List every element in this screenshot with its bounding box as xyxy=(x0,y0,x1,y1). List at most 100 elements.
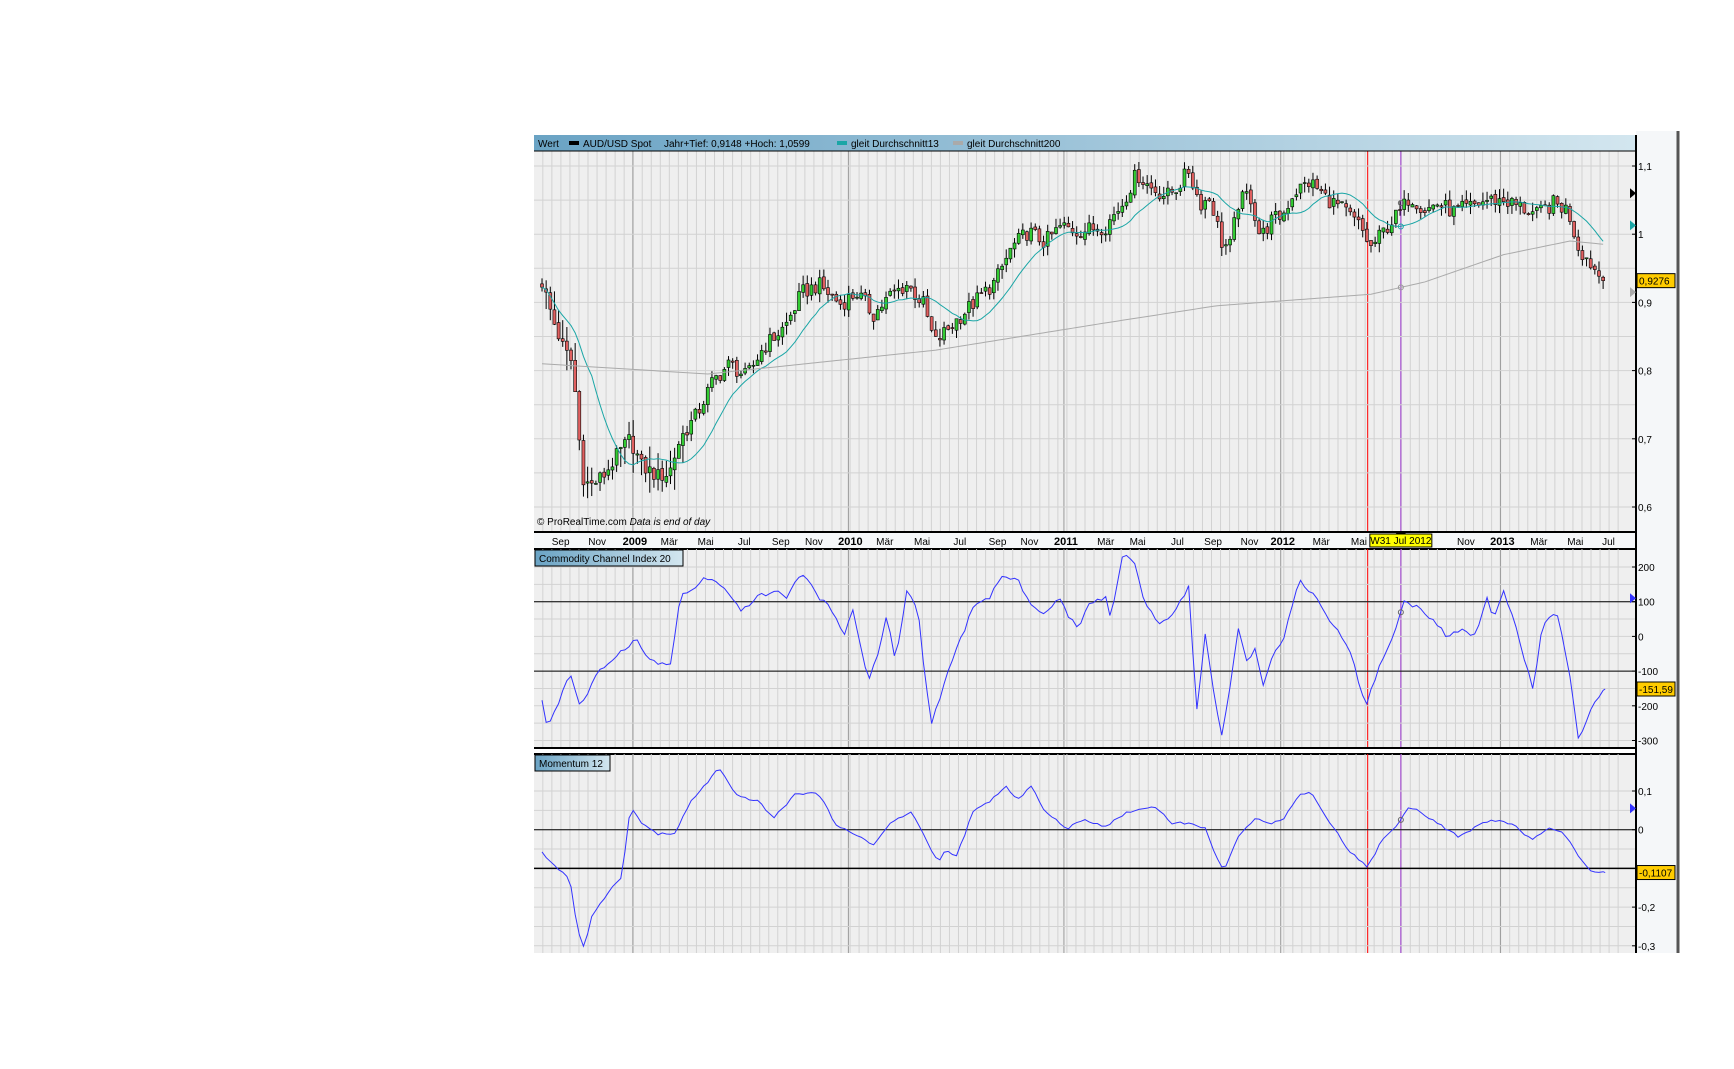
candle-down xyxy=(1597,270,1601,277)
candle-down xyxy=(1091,223,1096,231)
candle-down xyxy=(1588,258,1593,269)
candle-down xyxy=(1580,250,1585,260)
candle-up xyxy=(1112,214,1116,222)
candle-up xyxy=(1000,265,1004,271)
date-label: Mär xyxy=(1097,537,1115,548)
candle-down xyxy=(602,471,606,478)
value-label: Wert xyxy=(538,139,559,150)
candle-up xyxy=(983,286,988,292)
candle-up xyxy=(664,476,669,483)
candle-up xyxy=(647,466,652,474)
candle-up xyxy=(1564,204,1568,214)
candle-down xyxy=(1406,199,1411,206)
legend-swatch-sma200 xyxy=(953,141,963,145)
candle-down xyxy=(1037,228,1042,243)
candle-up xyxy=(801,284,805,293)
candle-up xyxy=(1203,200,1207,210)
date-label: Jul xyxy=(953,537,966,548)
y-tick-label: 0,9 xyxy=(1638,298,1652,309)
candle-down xyxy=(900,287,905,294)
candle-up xyxy=(1497,198,1502,206)
candle-up xyxy=(1294,194,1299,198)
candle-down xyxy=(1385,228,1390,233)
candle-up xyxy=(1435,204,1440,207)
last-value-label: -151,59 xyxy=(1639,685,1673,696)
y-tick-label: 200 xyxy=(1638,563,1655,574)
date-label: Sep xyxy=(1204,537,1222,548)
candle-down xyxy=(565,340,569,351)
candle-up xyxy=(739,373,743,376)
candle-up xyxy=(1273,211,1278,215)
candle-up xyxy=(623,439,627,448)
candle-down xyxy=(805,283,810,297)
date-label: Nov xyxy=(1021,537,1039,548)
candle-down xyxy=(813,284,818,294)
candle-up xyxy=(594,483,598,485)
candle-up xyxy=(606,469,611,476)
candle-up xyxy=(967,301,971,313)
candle-up xyxy=(793,310,797,314)
candle-down xyxy=(1423,210,1427,213)
candle-down xyxy=(735,360,739,377)
candle-down xyxy=(1336,199,1340,205)
candle-up xyxy=(768,334,772,352)
candle-up xyxy=(1443,200,1448,206)
candle-up xyxy=(1394,209,1398,224)
candle-up xyxy=(1054,227,1058,234)
candle-up xyxy=(1029,227,1033,242)
date-label: Nov xyxy=(1457,537,1475,548)
candle-up xyxy=(1311,179,1315,189)
candle-up xyxy=(1298,183,1303,194)
date-label: Nov xyxy=(1241,537,1259,548)
date-label: Mär xyxy=(876,537,894,548)
candle-up xyxy=(797,291,801,311)
candle-down xyxy=(697,409,702,414)
cursor-date-label: W31 Jul 2012 xyxy=(1370,536,1432,547)
candle-up xyxy=(942,327,946,341)
candle-up xyxy=(1468,201,1473,206)
candle-up xyxy=(693,408,698,420)
candle-down xyxy=(838,299,843,305)
candle-up xyxy=(1240,191,1245,209)
candle-up xyxy=(1004,257,1009,266)
candle-up xyxy=(1108,219,1112,235)
candle-up xyxy=(1161,196,1166,199)
candle-up xyxy=(1128,192,1133,203)
candle-up xyxy=(992,280,996,294)
candle-down xyxy=(540,283,544,288)
candle-down xyxy=(685,432,689,436)
candle-down xyxy=(1464,199,1469,204)
candle-up xyxy=(1452,206,1456,217)
candle-down xyxy=(1257,220,1261,235)
candle-up xyxy=(1132,169,1137,196)
last-value-label: 0,9276 xyxy=(1639,277,1670,288)
candle-up xyxy=(954,318,959,331)
candle-down xyxy=(933,329,938,337)
candle-down xyxy=(1327,194,1332,209)
candle-up xyxy=(1381,227,1386,233)
candle-down xyxy=(1526,213,1531,215)
candle-down xyxy=(1315,178,1319,189)
y-tick-label: 0,1 xyxy=(1638,787,1652,798)
candle-up xyxy=(1539,205,1543,209)
candle-down xyxy=(718,375,723,381)
candle-down xyxy=(1033,226,1038,230)
candle-down xyxy=(1418,208,1423,213)
candle-down xyxy=(971,299,975,309)
date-label: Mai xyxy=(914,537,930,548)
candle-down xyxy=(1099,232,1104,236)
candle-down xyxy=(581,440,586,486)
candle-up xyxy=(859,292,863,299)
candle-up xyxy=(1535,207,1539,211)
candle-down xyxy=(1398,209,1402,211)
candle-down xyxy=(1559,202,1564,213)
candle-up xyxy=(676,444,681,459)
candle-up xyxy=(1021,229,1025,236)
candle-down xyxy=(1555,196,1560,205)
candle-up xyxy=(610,466,615,471)
candle-down xyxy=(1278,210,1282,220)
candle-up xyxy=(710,377,714,388)
candle-up xyxy=(1286,208,1290,214)
candle-up xyxy=(1244,191,1249,194)
candle-down xyxy=(938,338,942,341)
